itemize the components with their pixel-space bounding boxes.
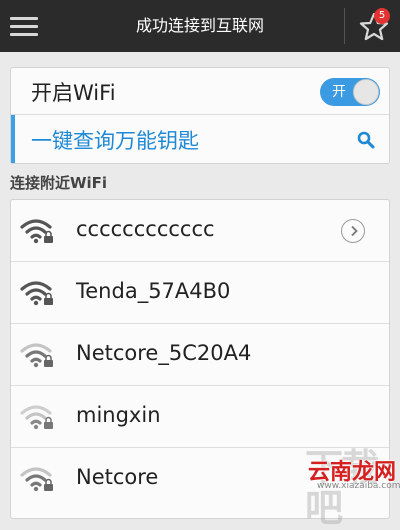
wifi-signal-lock-icon xyxy=(20,281,53,306)
network-name: Netcore_5C20A4 xyxy=(76,341,252,365)
watermark-url: www.xiazaiba.com xyxy=(317,481,400,491)
network-row[interactable]: Tenda_57A4B0 xyxy=(11,262,389,324)
query-key-button[interactable]: 一键查询万能钥匙 xyxy=(11,115,389,164)
network-name: Tenda_57A4B0 xyxy=(76,279,231,303)
network-row[interactable]: cccccccccccc xyxy=(11,200,389,262)
watermark: 下载吧 云南龙网 www.xiazaiba.com xyxy=(305,448,400,528)
wifi-toggle-switch[interactable]: 开 xyxy=(320,78,380,106)
chevron-right-icon xyxy=(351,225,358,237)
header-divider xyxy=(344,8,345,44)
wifi-signal-lock-icon xyxy=(20,467,53,492)
network-name: mingxin xyxy=(76,403,161,427)
query-key-label: 一键查询万能钥匙 xyxy=(31,129,199,153)
favorites-badge: 5 xyxy=(374,8,390,24)
favorites-button[interactable]: 5 xyxy=(352,4,396,48)
wifi-toggle-label: 开启WiFi xyxy=(31,81,116,105)
toggle-state-text: 开 xyxy=(332,84,346,100)
wifi-toggle-row: 开启WiFi 开 xyxy=(11,68,389,114)
network-row[interactable]: mingxin xyxy=(11,386,389,448)
network-row[interactable]: Netcore_5C20A4 xyxy=(11,324,389,386)
network-detail-button[interactable] xyxy=(341,219,365,243)
menu-icon[interactable] xyxy=(10,12,40,40)
network-name: Netcore xyxy=(76,465,159,489)
wifi-settings-card: 开启WiFi 开 一键查询万能钥匙 xyxy=(10,67,390,164)
toggle-knob xyxy=(353,79,379,105)
top-bar: 成功连接到互联网 5 xyxy=(0,0,400,52)
wifi-signal-lock-icon xyxy=(20,219,53,244)
nearby-wifi-title: 连接附近WiFi xyxy=(10,174,108,192)
wifi-signal-lock-icon xyxy=(20,405,53,430)
query-accent-bar xyxy=(11,115,15,163)
wifi-signal-lock-icon xyxy=(20,343,53,368)
search-icon xyxy=(357,131,375,149)
network-name: cccccccccccc xyxy=(76,217,215,241)
page-title: 成功连接到互联网 xyxy=(135,16,264,35)
